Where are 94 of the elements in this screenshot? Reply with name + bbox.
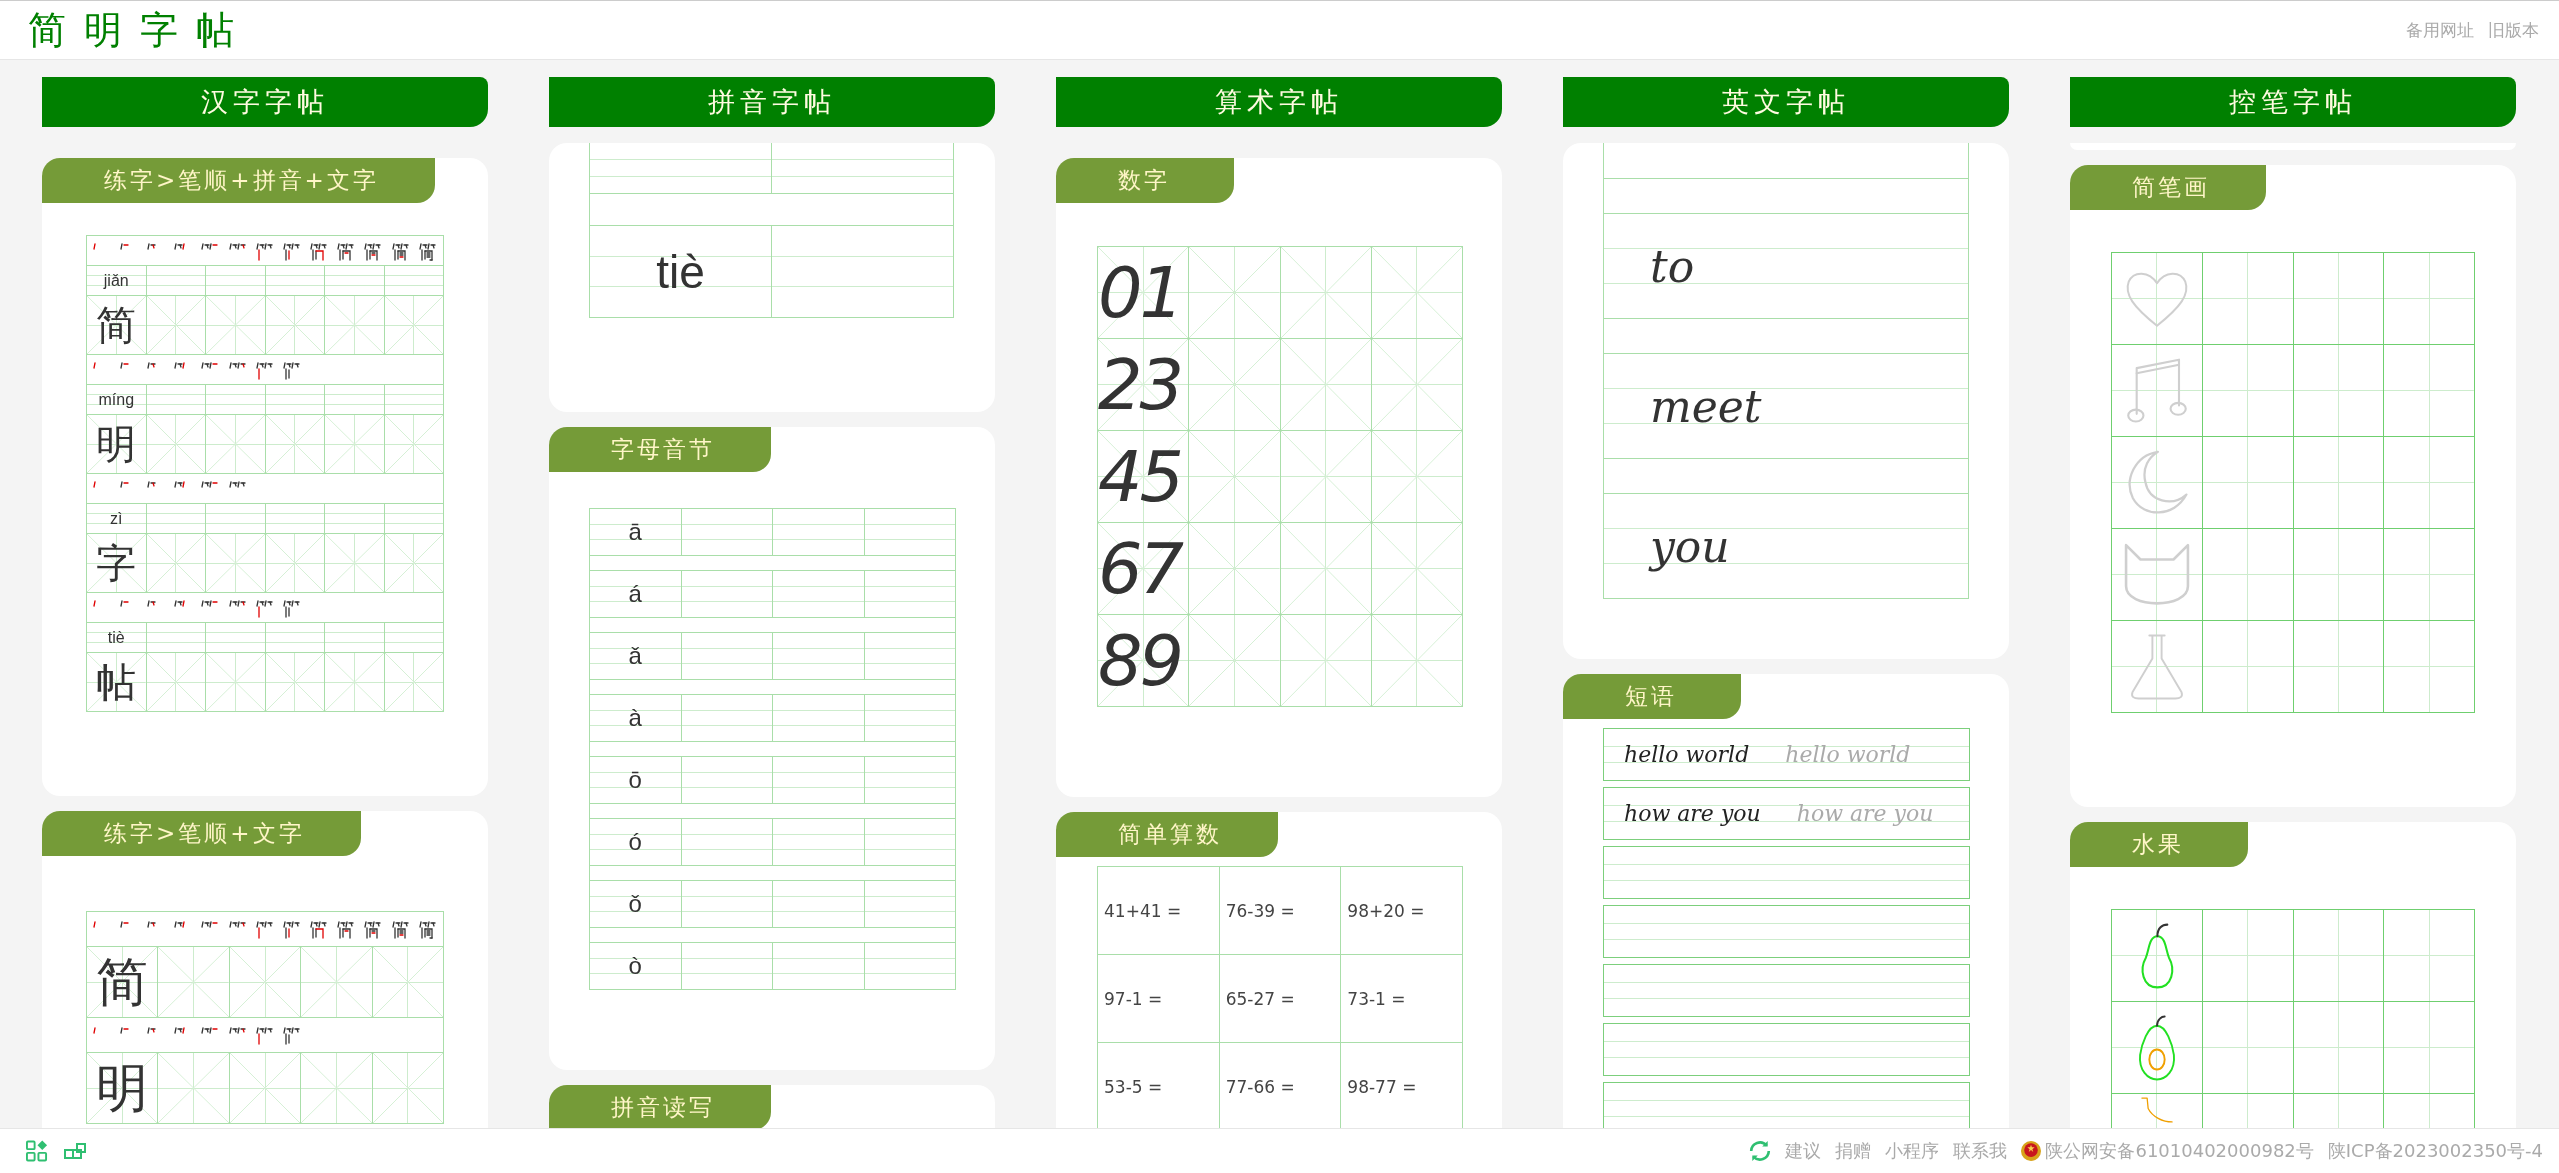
writing-cell [265, 653, 325, 711]
sheet-tab[interactable]: 水果 [2070, 822, 2248, 867]
column-title[interactable]: 汉字字帖 [42, 77, 488, 127]
column-title[interactable]: 控笔字帖 [2070, 77, 2516, 127]
pinyin-letter: ǒ [628, 890, 642, 918]
writing-cell [146, 296, 206, 354]
emblem-icon [2021, 1141, 2042, 1161]
writing-cell [265, 534, 325, 592]
site-title[interactable]: 简明字帖 [28, 4, 252, 56]
footer-link[interactable]: 捐赠 [1835, 1139, 1872, 1163]
sheet-tab[interactable]: 数字 [1056, 158, 1234, 203]
writing-cell [384, 653, 443, 711]
writing-cell [372, 1053, 444, 1123]
writing-cell [158, 1053, 230, 1123]
practice-character: 明 [96, 1062, 149, 1114]
pinyin-letter: ō [628, 766, 642, 794]
sheet-tab[interactable]: 字母音节 [549, 427, 771, 472]
pinyin-text: jiǎn [103, 271, 129, 290]
writing-cell [384, 415, 443, 473]
writing-cell [325, 415, 385, 473]
column-title[interactable]: 英文字帖 [1563, 77, 2009, 127]
cat-head-drawing [2123, 541, 2190, 608]
writing-cell [206, 415, 266, 473]
arithmetic-problem: 76-39 = [1225, 900, 1295, 921]
practice-character: 字 [96, 543, 137, 583]
header-link[interactable]: 备用网址 [2406, 18, 2474, 42]
practice-digits: 89 [1098, 625, 1182, 696]
sheet-tab[interactable]: 练字>笔顺+拼音+文字 [42, 158, 435, 203]
practice-character: 简 [96, 305, 137, 345]
writing-cell [372, 947, 444, 1017]
record-link[interactable]: 陕ICP备2023002350号-4 [2327, 1139, 2543, 1163]
sheet-tab[interactable]: 简单算数 [1056, 812, 1278, 857]
apps-icon[interactable] [26, 1140, 48, 1162]
header-link[interactable]: 旧版本 [2488, 18, 2539, 42]
practice-word: to [1650, 240, 1695, 292]
arithmetic-problem: 73-1 = [1347, 988, 1406, 1009]
pinyin-letter: à [628, 704, 642, 732]
arithmetic-problem: 41+41 = [1104, 900, 1182, 921]
practice-phrase: how are you [1624, 802, 1761, 825]
arithmetic-problem: 65-27 = [1225, 988, 1295, 1009]
trace-phrase: how are you [1796, 802, 1934, 825]
sheet-tab[interactable]: 简笔画 [2070, 165, 2266, 210]
writing-cell [301, 947, 373, 1017]
practice-phrase: hello world [1624, 743, 1750, 766]
footer-link[interactable]: 小程序 [1885, 1139, 1940, 1163]
sheet-tab[interactable]: 练字>笔顺+文字 [42, 811, 361, 856]
record-link[interactable]: 陕公网安备61010402000982号 [2045, 1139, 2314, 1163]
practice-character: 明 [96, 424, 137, 464]
practice-word: you [1650, 520, 1730, 572]
arithmetic-problem: 98+20 = [1347, 900, 1425, 921]
sheet-tab[interactable]: 拼音读写 [549, 1085, 771, 1128]
writing-cell [206, 653, 266, 711]
writing-cell [325, 296, 385, 354]
writing-cell [158, 947, 230, 1017]
footer-link[interactable]: 建议 [1785, 1139, 1822, 1163]
pinyin-letter: á [628, 580, 642, 608]
practice-digits: 67 [1098, 533, 1182, 604]
writing-cell [325, 653, 385, 711]
practice-word: meet [1650, 380, 1762, 432]
practice-character: 简 [96, 956, 149, 1008]
footer-link[interactable]: 联系我 [1953, 1139, 2008, 1163]
pinyin-text: zì [110, 509, 123, 528]
arithmetic-problem: 53-5 = [1104, 1076, 1163, 1097]
practice-digits: 01 [1098, 257, 1182, 328]
arithmetic-problem: 98-77 = [1347, 1076, 1417, 1097]
pinyin-letter: ó [628, 828, 642, 856]
pinyin-text: tiè [107, 628, 125, 647]
pinyin-letter: ā [628, 518, 642, 546]
arithmetic-problem: 97-1 = [1104, 988, 1163, 1009]
pinyin-text: míng [98, 390, 135, 409]
column-title[interactable]: 拼音字帖 [549, 77, 995, 127]
writing-cell [146, 534, 206, 592]
pinyin-letter: ǎ [628, 642, 642, 670]
arithmetic-problem: 77-66 = [1225, 1076, 1295, 1097]
pinyin-letter: ò [628, 952, 642, 980]
writing-cell [206, 534, 266, 592]
writing-cell [301, 1053, 373, 1123]
sheet-tab[interactable]: 短语 [1563, 674, 1741, 719]
writing-cell [206, 296, 266, 354]
writing-cell [325, 534, 385, 592]
refresh-icon[interactable] [1749, 1140, 1772, 1162]
writing-cell [146, 415, 206, 473]
writing-cell [384, 534, 443, 592]
pinyin-syllable: tiè [656, 244, 705, 299]
practice-digits: 23 [1098, 349, 1182, 420]
practice-digits: 45 [1098, 441, 1182, 512]
writing-cell [146, 653, 206, 711]
writing-cell [265, 296, 325, 354]
column-title[interactable]: 算术字帖 [1056, 77, 1502, 127]
writing-cell [384, 296, 443, 354]
squares-icon[interactable] [64, 1140, 86, 1162]
trace-phrase: hello world [1785, 743, 1911, 766]
practice-character: 帖 [96, 662, 137, 702]
writing-cell [265, 415, 325, 473]
